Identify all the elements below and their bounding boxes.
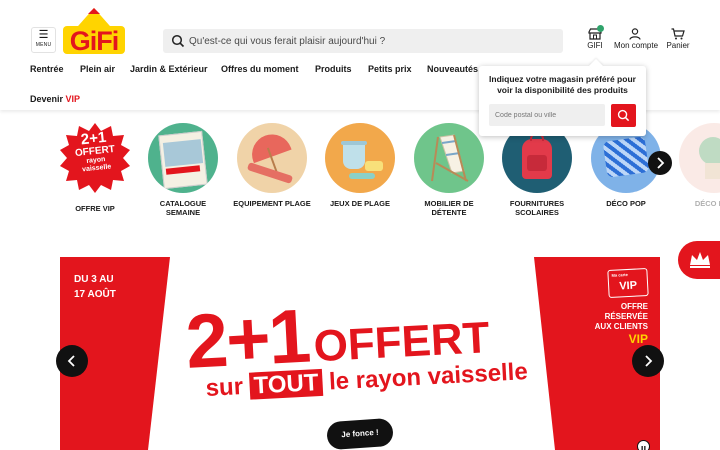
je-fonce-button[interactable]: Je fonce !	[326, 417, 394, 450]
plant-image	[679, 123, 720, 193]
nav-item-devenir-vip[interactable]: Devenir VIP	[30, 94, 80, 104]
category-label: MOBILIER DE DÉTENTE	[424, 199, 474, 217]
vip-card-badge: Ma carte VIP	[607, 267, 649, 299]
vip-word: VIP	[65, 94, 81, 104]
category-label: OFFRE VIP	[75, 204, 115, 213]
catalogue-image	[148, 123, 218, 193]
account-label: Mon compte	[614, 41, 659, 50]
svg-text:GiFi: GiFi	[70, 26, 119, 54]
store-button[interactable]: GIFI	[586, 25, 604, 50]
offre-vip-badge-text: 2+1 OFFERT rayon vaisselle	[74, 128, 116, 174]
pause-icon	[641, 446, 646, 450]
nav-item-petits-prix[interactable]: Petits prix	[368, 64, 412, 74]
promo-banner[interactable]: DU 3 AU 17 AOÛT 2+1 OFFERT sur TOUT le r…	[60, 257, 660, 450]
chevron-left-icon	[67, 355, 75, 367]
gifi-logo[interactable]: GiFi	[63, 8, 125, 54]
cart-label: Panier	[666, 41, 690, 50]
promo-dates: DU 3 AU 17 AOÛT	[74, 274, 116, 300]
vip-reserved-text: OFFRE RÉSERVÉE AUX CLIENTS VIP	[594, 302, 648, 346]
category-label: EQUIPEMENT PLAGE	[233, 199, 311, 208]
category-jeux-de-plage[interactable]: JEUX DE PLAGE	[320, 123, 400, 208]
chevron-right-icon	[645, 355, 653, 367]
account-button[interactable]: Mon compte	[614, 28, 659, 50]
menu-button[interactable]: ☰ MENU	[31, 27, 56, 53]
nav-item-plein-air[interactable]: Plein air	[80, 64, 115, 74]
chevron-right-icon	[657, 157, 665, 169]
carousel-pause-button[interactable]	[637, 440, 650, 450]
beach-toys-image	[325, 123, 395, 193]
vip-prefix: Devenir	[30, 94, 64, 104]
store-popup-text: Indiquez votre magasin préféré pour voir…	[489, 74, 636, 95]
search-input[interactable]	[189, 31, 554, 51]
search-bar[interactable]	[163, 29, 563, 53]
category-deco-ete[interactable]: DÉCO ÉTÉ	[674, 123, 720, 208]
carousel-prev-button[interactable]	[56, 345, 88, 377]
category-label: DÉCO ÉTÉ	[694, 199, 720, 208]
search-icon	[617, 109, 630, 122]
carousel-next-button[interactable]	[632, 345, 664, 377]
cart-icon	[671, 28, 685, 40]
vip-floating-button[interactable]	[678, 241, 720, 279]
nav-item-offres[interactable]: Offres du moment	[221, 64, 299, 74]
category-label: FOURNITURES SCOLAIRES	[509, 199, 565, 217]
search-icon	[171, 34, 185, 48]
store-label: GIFI	[587, 41, 603, 50]
category-catalogue[interactable]: CATALOGUE SEMAINE	[143, 123, 223, 217]
category-mobilier-detente[interactable]: MOBILIER DE DÉTENTE	[409, 123, 489, 217]
crown-icon	[690, 252, 710, 268]
category-label: DÉCO POP	[606, 199, 646, 208]
category-fournitures-scolaires[interactable]: FOURNITURES SCOLAIRES	[497, 123, 577, 217]
nav-item-produits[interactable]: Produits	[315, 64, 352, 74]
user-icon	[629, 28, 641, 40]
category-label: CATALOGUE SEMAINE	[159, 199, 207, 217]
postal-code-input[interactable]	[489, 104, 605, 126]
category-offre-vip[interactable]: 2+1 OFFERT rayon vaisselle OFFRE VIP	[55, 123, 135, 213]
categories-next-button[interactable]	[648, 151, 672, 175]
store-status-dot	[597, 25, 604, 32]
category-label: JEUX DE PLAGE	[329, 199, 390, 208]
store-popup: Indiquez votre magasin préféré pour voir…	[479, 58, 646, 136]
store-search-button[interactable]	[611, 104, 636, 127]
category-equipement-plage[interactable]: EQUIPEMENT PLAGE	[232, 123, 312, 208]
hamburger-icon: ☰	[38, 29, 49, 41]
nav-item-rentree[interactable]: Rentrée	[30, 64, 64, 74]
cart-button[interactable]: Panier	[666, 28, 690, 50]
deckchair-image	[414, 123, 484, 193]
beach-equipment-image	[237, 123, 307, 193]
menu-label: MENU	[35, 42, 52, 48]
nav-item-nouveautes[interactable]: Nouveautés	[427, 64, 478, 74]
nav-item-jardin[interactable]: Jardin & Extérieur	[130, 64, 208, 74]
